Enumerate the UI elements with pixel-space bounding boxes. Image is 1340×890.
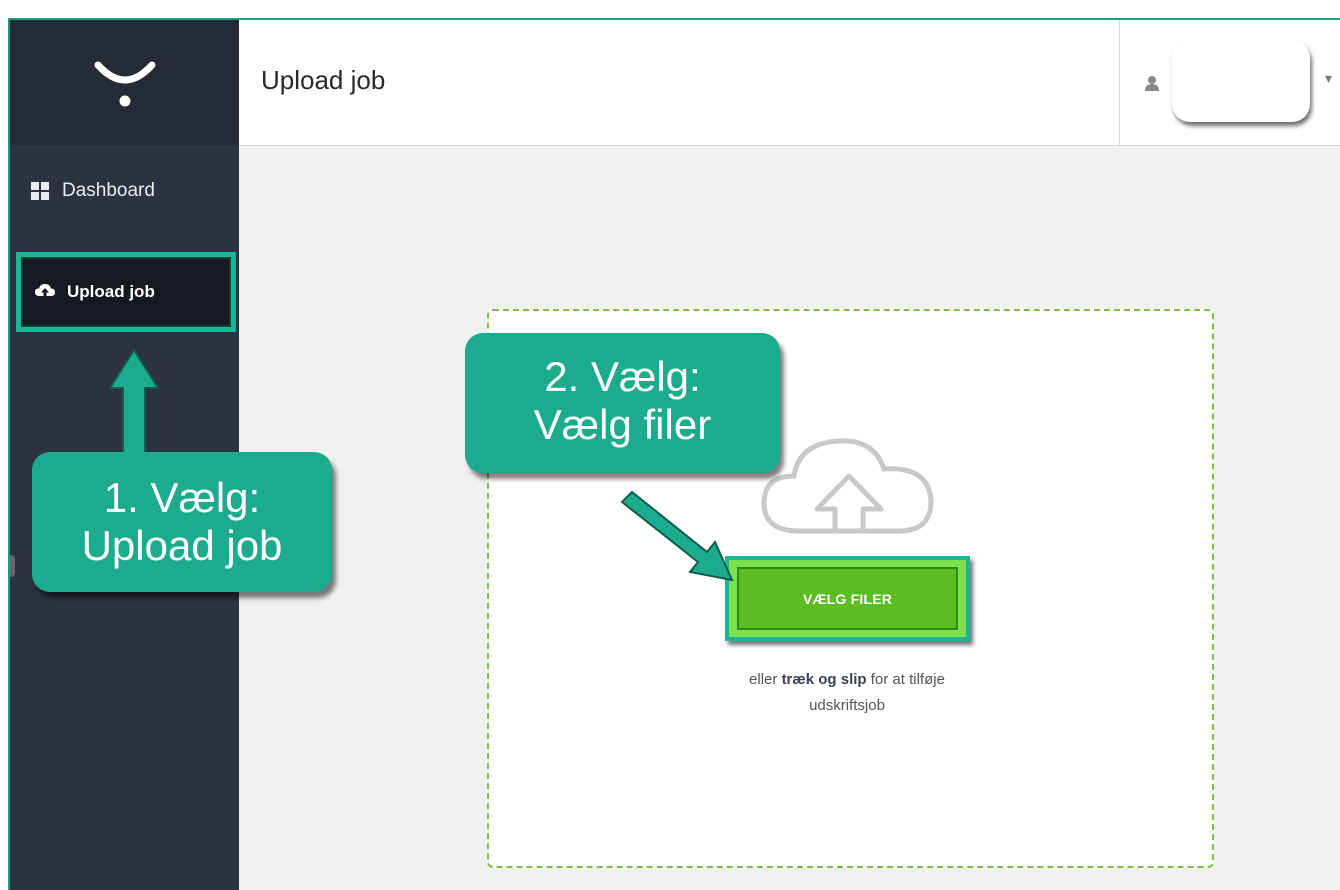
app-window: Dashboard Upload job Upload job ▾ VÆLG F… (8, 18, 1340, 890)
callout-step-2: 2. Vælg: Vælg filer (465, 333, 780, 473)
callout-step-1-line1: 1. Vælg: (103, 474, 261, 521)
callout-step-1: 1. Vælg: Upload job (32, 452, 332, 592)
user-icon (1144, 75, 1160, 96)
callout-step-2-line1: 2. Vælg: (544, 353, 701, 400)
arrow-step-2 (620, 490, 734, 582)
user-menu[interactable]: ▾ (1119, 20, 1340, 145)
callout-step-1-line2: Upload job (81, 522, 283, 569)
chevron-down-icon[interactable]: ▾ (1325, 70, 1332, 87)
arrow-step-1 (108, 348, 160, 458)
callout-step-2-line2: Vælg filer (533, 401, 712, 448)
user-name-redacted (1172, 40, 1310, 122)
